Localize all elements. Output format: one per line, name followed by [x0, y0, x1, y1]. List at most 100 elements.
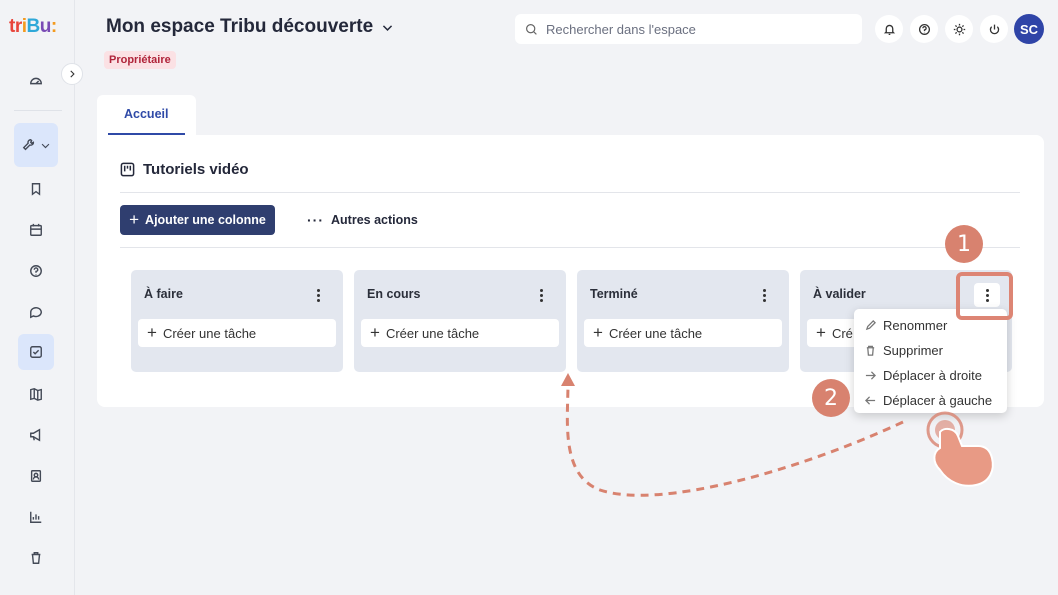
column-title: En cours [367, 287, 421, 301]
add-column-button[interactable]: + Ajouter une colonne [120, 205, 275, 235]
column-menu-button[interactable] [305, 283, 331, 307]
ellipsis-icon: ··· [307, 212, 324, 228]
contacts-icon [30, 470, 42, 482]
create-task-label: Créer une tâche [608, 325, 703, 341]
notifications-button[interactable] [875, 15, 903, 43]
column-context-menu: Renommer Supprimer Déplacer à droite Dép… [854, 309, 1007, 413]
logo-part: tr [9, 16, 22, 37]
menu-item-move-left[interactable]: Déplacer à gauche [854, 388, 1007, 413]
trash-icon [866, 345, 875, 356]
tribu-logo[interactable]: triBu: [9, 16, 57, 38]
bookmark-icon [31, 183, 41, 196]
theme-toggle-button[interactable] [945, 15, 973, 43]
column-title: Terminé [590, 287, 638, 301]
sidebar-item-contacts[interactable] [18, 462, 54, 490]
sidebar-item-chat[interactable] [18, 298, 54, 326]
space-selector[interactable]: Mon espace Tribu découverte [106, 16, 394, 38]
search-bar[interactable] [515, 14, 862, 44]
tab-label: Accueil [124, 107, 169, 121]
sidebar: triBu: [0, 0, 75, 595]
tab-accueil[interactable]: Accueil [97, 95, 196, 135]
tap-ripple [926, 411, 964, 449]
bell-icon [883, 24, 895, 35]
kebab-icon [762, 288, 766, 302]
sidebar-item-calendar[interactable] [18, 216, 54, 244]
page-title: Mon espace Tribu découverte [106, 16, 374, 37]
divider [120, 247, 1020, 248]
create-task-label: Créer une tâche [162, 325, 257, 341]
kebab-icon [539, 288, 543, 302]
logout-button[interactable] [980, 15, 1008, 43]
search-icon [526, 23, 537, 35]
avatar[interactable]: SC [1014, 14, 1044, 44]
help-icon [30, 265, 42, 277]
search-input[interactable] [546, 21, 846, 37]
sidebar-item-map[interactable] [18, 380, 54, 408]
add-column-label: Ajouter une colonne [145, 213, 266, 227]
logo-part: B [26, 16, 41, 37]
sidebar-item-announcements[interactable] [18, 421, 54, 449]
plus-icon: + [147, 323, 157, 342]
kebab-icon [316, 288, 320, 302]
column-title: À faire [144, 287, 183, 301]
logo-part: u [39, 16, 52, 37]
menu-item-label: Renommer [883, 318, 948, 333]
create-task-label: Cré [831, 325, 853, 341]
create-task-button[interactable]: + Créer une tâche [584, 319, 782, 347]
wrench-icon [22, 139, 34, 151]
sidebar-item-tasks[interactable] [18, 334, 54, 370]
chevron-right-icon [70, 70, 75, 78]
kanban-column: En cours + Créer une tâche [354, 270, 566, 372]
plus-icon: + [593, 323, 603, 342]
plus-icon: + [129, 210, 140, 229]
step-marker-1: 1 [945, 225, 983, 263]
sidebar-item-help[interactable] [18, 257, 54, 285]
chart-icon [30, 511, 42, 523]
trash-icon [31, 552, 41, 564]
plus-icon: + [816, 323, 826, 342]
board-title: Tutoriels vidéo [120, 161, 249, 178]
map-icon [30, 388, 42, 401]
more-actions-button[interactable]: ··· Autres actions [307, 212, 418, 228]
kanban-column: Terminé + Créer une tâche [577, 270, 789, 372]
sidebar-item-stats[interactable] [18, 503, 54, 531]
column-menu-button[interactable] [751, 283, 777, 307]
sidebar-item-dashboard[interactable] [18, 67, 54, 95]
pointing-hand-icon [933, 427, 994, 487]
create-task-button[interactable]: + Créer une tâche [138, 319, 336, 347]
help-button[interactable] [910, 15, 938, 43]
sidebar-item-tools[interactable] [14, 123, 58, 167]
more-actions-label: Autres actions [331, 213, 418, 227]
sun-icon [953, 23, 965, 35]
column-title: À valider [813, 287, 866, 301]
step-marker-2: 2 [812, 379, 850, 417]
chevron-down-icon [383, 24, 393, 31]
sidebar-item-trash[interactable] [18, 544, 54, 572]
menu-item-delete[interactable]: Supprimer [854, 338, 1007, 363]
chevron-down-icon [41, 143, 49, 148]
tasks-icon [30, 346, 42, 358]
help-icon [918, 23, 930, 35]
menu-item-label: Déplacer à gauche [883, 393, 993, 408]
kanban-column: À faire + Créer une tâche [131, 270, 343, 372]
tap-ripple-inner [935, 420, 955, 440]
column-menu-button[interactable] [528, 283, 554, 307]
menu-item-label: Supprimer [883, 343, 943, 358]
highlight-box [956, 272, 1013, 320]
arrow-left-icon [865, 396, 876, 405]
pencil-icon [865, 320, 876, 331]
create-task-button[interactable]: + Créer une tâche [361, 319, 559, 347]
logo-part: : [50, 16, 57, 37]
sidebar-item-bookmarks[interactable] [18, 175, 54, 203]
create-task-label: Créer une tâche [385, 325, 480, 341]
arrow-right-icon [865, 371, 876, 380]
divider [120, 192, 1020, 193]
sidebar-divider [14, 110, 62, 111]
sidebar-collapse-button[interactable] [61, 63, 83, 85]
menu-item-move-right[interactable]: Déplacer à droite [854, 363, 1007, 388]
dashboard-icon [30, 77, 42, 85]
menu-item-label: Déplacer à droite [883, 368, 982, 383]
plus-icon: + [370, 323, 380, 342]
role-badge: Propriétaire [104, 51, 176, 69]
megaphone-icon [30, 428, 41, 442]
